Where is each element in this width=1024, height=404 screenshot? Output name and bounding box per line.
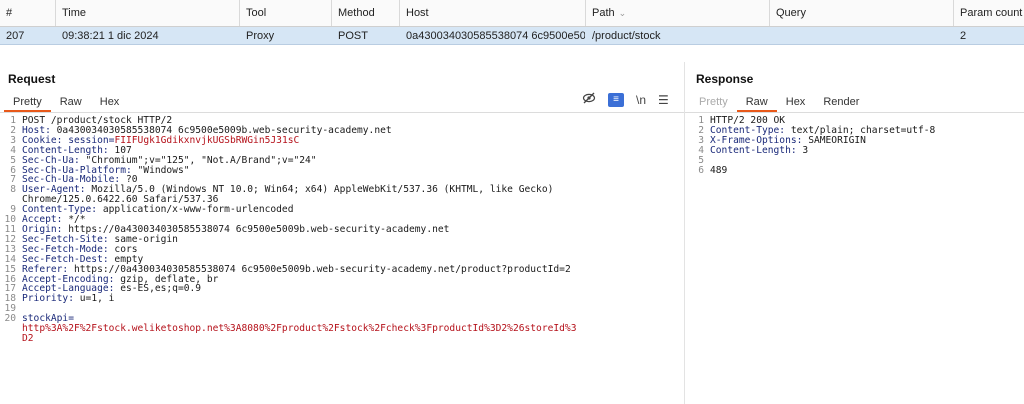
panel-divider[interactable]	[684, 62, 685, 404]
response-editor[interactable]: 1 HTTP/2 200 OK 2 Content-Type: text/plain;…	[688, 116, 1024, 175]
wrap-icon[interactable]: ≡	[608, 93, 624, 107]
request-toolbar: ≡ \n ☰	[582, 92, 669, 108]
sort-chevron-down-icon: ⌄	[618, 8, 627, 18]
line-number	[0, 324, 22, 334]
cell-time: 09:38:21 1 dic 2024	[62, 30, 159, 42]
request-line: 18 Priority: u=1, i	[0, 294, 684, 304]
code-token: FIIFUgk1GdikxnvjkUGSbRWGin5J31sC	[114, 134, 300, 146]
code-token: D2	[22, 332, 34, 344]
line-number	[0, 334, 22, 344]
code-token: http%3A%2F%2Fstock.weliketoshop.net%3A80…	[22, 323, 577, 335]
request-editor[interactable]: 1 POST /product/stock HTTP/2 2 Host: 0a4300…	[0, 116, 684, 344]
history-table: # Time Tool Method Host Path ⌄ Query Para…	[0, 0, 1024, 46]
request-line: 9 Content-Type: application/x-www-form-ur…	[0, 205, 684, 215]
code-token: u=1, i	[79, 293, 115, 305]
request-line: 19	[0, 304, 684, 314]
response-tabbar-divider	[685, 112, 1024, 113]
cell-host: 0a430034030585538074 6c9500e50…	[406, 30, 586, 42]
code-token: 489	[710, 164, 728, 176]
newline-icon[interactable]: \n	[636, 92, 646, 108]
line-number: 8	[10, 184, 16, 196]
col-header-param-count[interactable]: Param count	[954, 0, 1024, 26]
code-token: "Windows"	[137, 164, 190, 176]
response-line: 6 489	[688, 164, 1024, 176]
request-line: D2	[0, 332, 684, 344]
code-token: Content-Length:	[710, 144, 803, 156]
request-line: http%3A%2F%2Fstock.weliketoshop.net%3A80…	[0, 324, 684, 334]
request-title: Request	[8, 72, 56, 86]
line-number: 20	[4, 313, 16, 325]
request-tabbar-divider	[0, 112, 684, 113]
col-header-path[interactable]: Path ⌄	[586, 0, 770, 26]
cell-tool: Proxy	[246, 30, 275, 42]
col-header-number[interactable]: #	[0, 0, 56, 26]
tab-render[interactable]: Render	[814, 94, 868, 112]
response-title: Response	[696, 72, 754, 86]
code-token: SAMEORIGIN	[808, 134, 866, 146]
cell-path: /product/stock	[592, 30, 661, 42]
tab-raw[interactable]: Raw	[736, 94, 777, 112]
tab-raw[interactable]: Raw	[51, 94, 91, 112]
col-header-method[interactable]: Method	[332, 0, 400, 26]
tab-pretty[interactable]: Pretty	[690, 94, 737, 112]
response-tabs: Pretty Raw Hex Render	[690, 94, 868, 112]
col-header-path-label: Path	[592, 7, 615, 19]
eye-slash-icon[interactable]	[582, 92, 596, 108]
cell-method: POST	[338, 30, 368, 42]
col-header-query[interactable]: Query	[770, 0, 954, 26]
response-line: 5	[688, 155, 1024, 166]
line-number: 6	[698, 164, 704, 176]
tab-hex[interactable]: Hex	[777, 94, 815, 112]
table-row[interactable]: 207 09:38:21 1 dic 2024 Proxy POST 0a430…	[0, 27, 1024, 45]
code-token: es-ES,es;q=0.9	[120, 283, 202, 295]
line-number: 15	[4, 263, 16, 275]
cell-query	[770, 27, 954, 44]
response-line: 4 Content-Length: 3	[688, 144, 1024, 156]
col-header-time[interactable]: Time	[56, 0, 240, 26]
col-header-tool[interactable]: Tool	[240, 0, 332, 26]
code-token: Priority:	[22, 293, 80, 305]
tab-hex[interactable]: Hex	[91, 94, 129, 112]
code-token: application/x-www-form-urlencoded	[102, 204, 294, 216]
col-header-host[interactable]: Host	[400, 0, 586, 26]
cell-param-count: 2	[960, 30, 967, 42]
code-token: 3	[802, 144, 809, 156]
tab-pretty[interactable]: Pretty	[4, 94, 51, 112]
request-tabs: Pretty Raw Hex	[4, 94, 128, 112]
table-header: # Time Tool Method Host Path ⌄ Query Para…	[0, 0, 1024, 27]
menu-icon[interactable]: ☰	[658, 92, 669, 108]
cell-number: 207	[6, 30, 25, 42]
